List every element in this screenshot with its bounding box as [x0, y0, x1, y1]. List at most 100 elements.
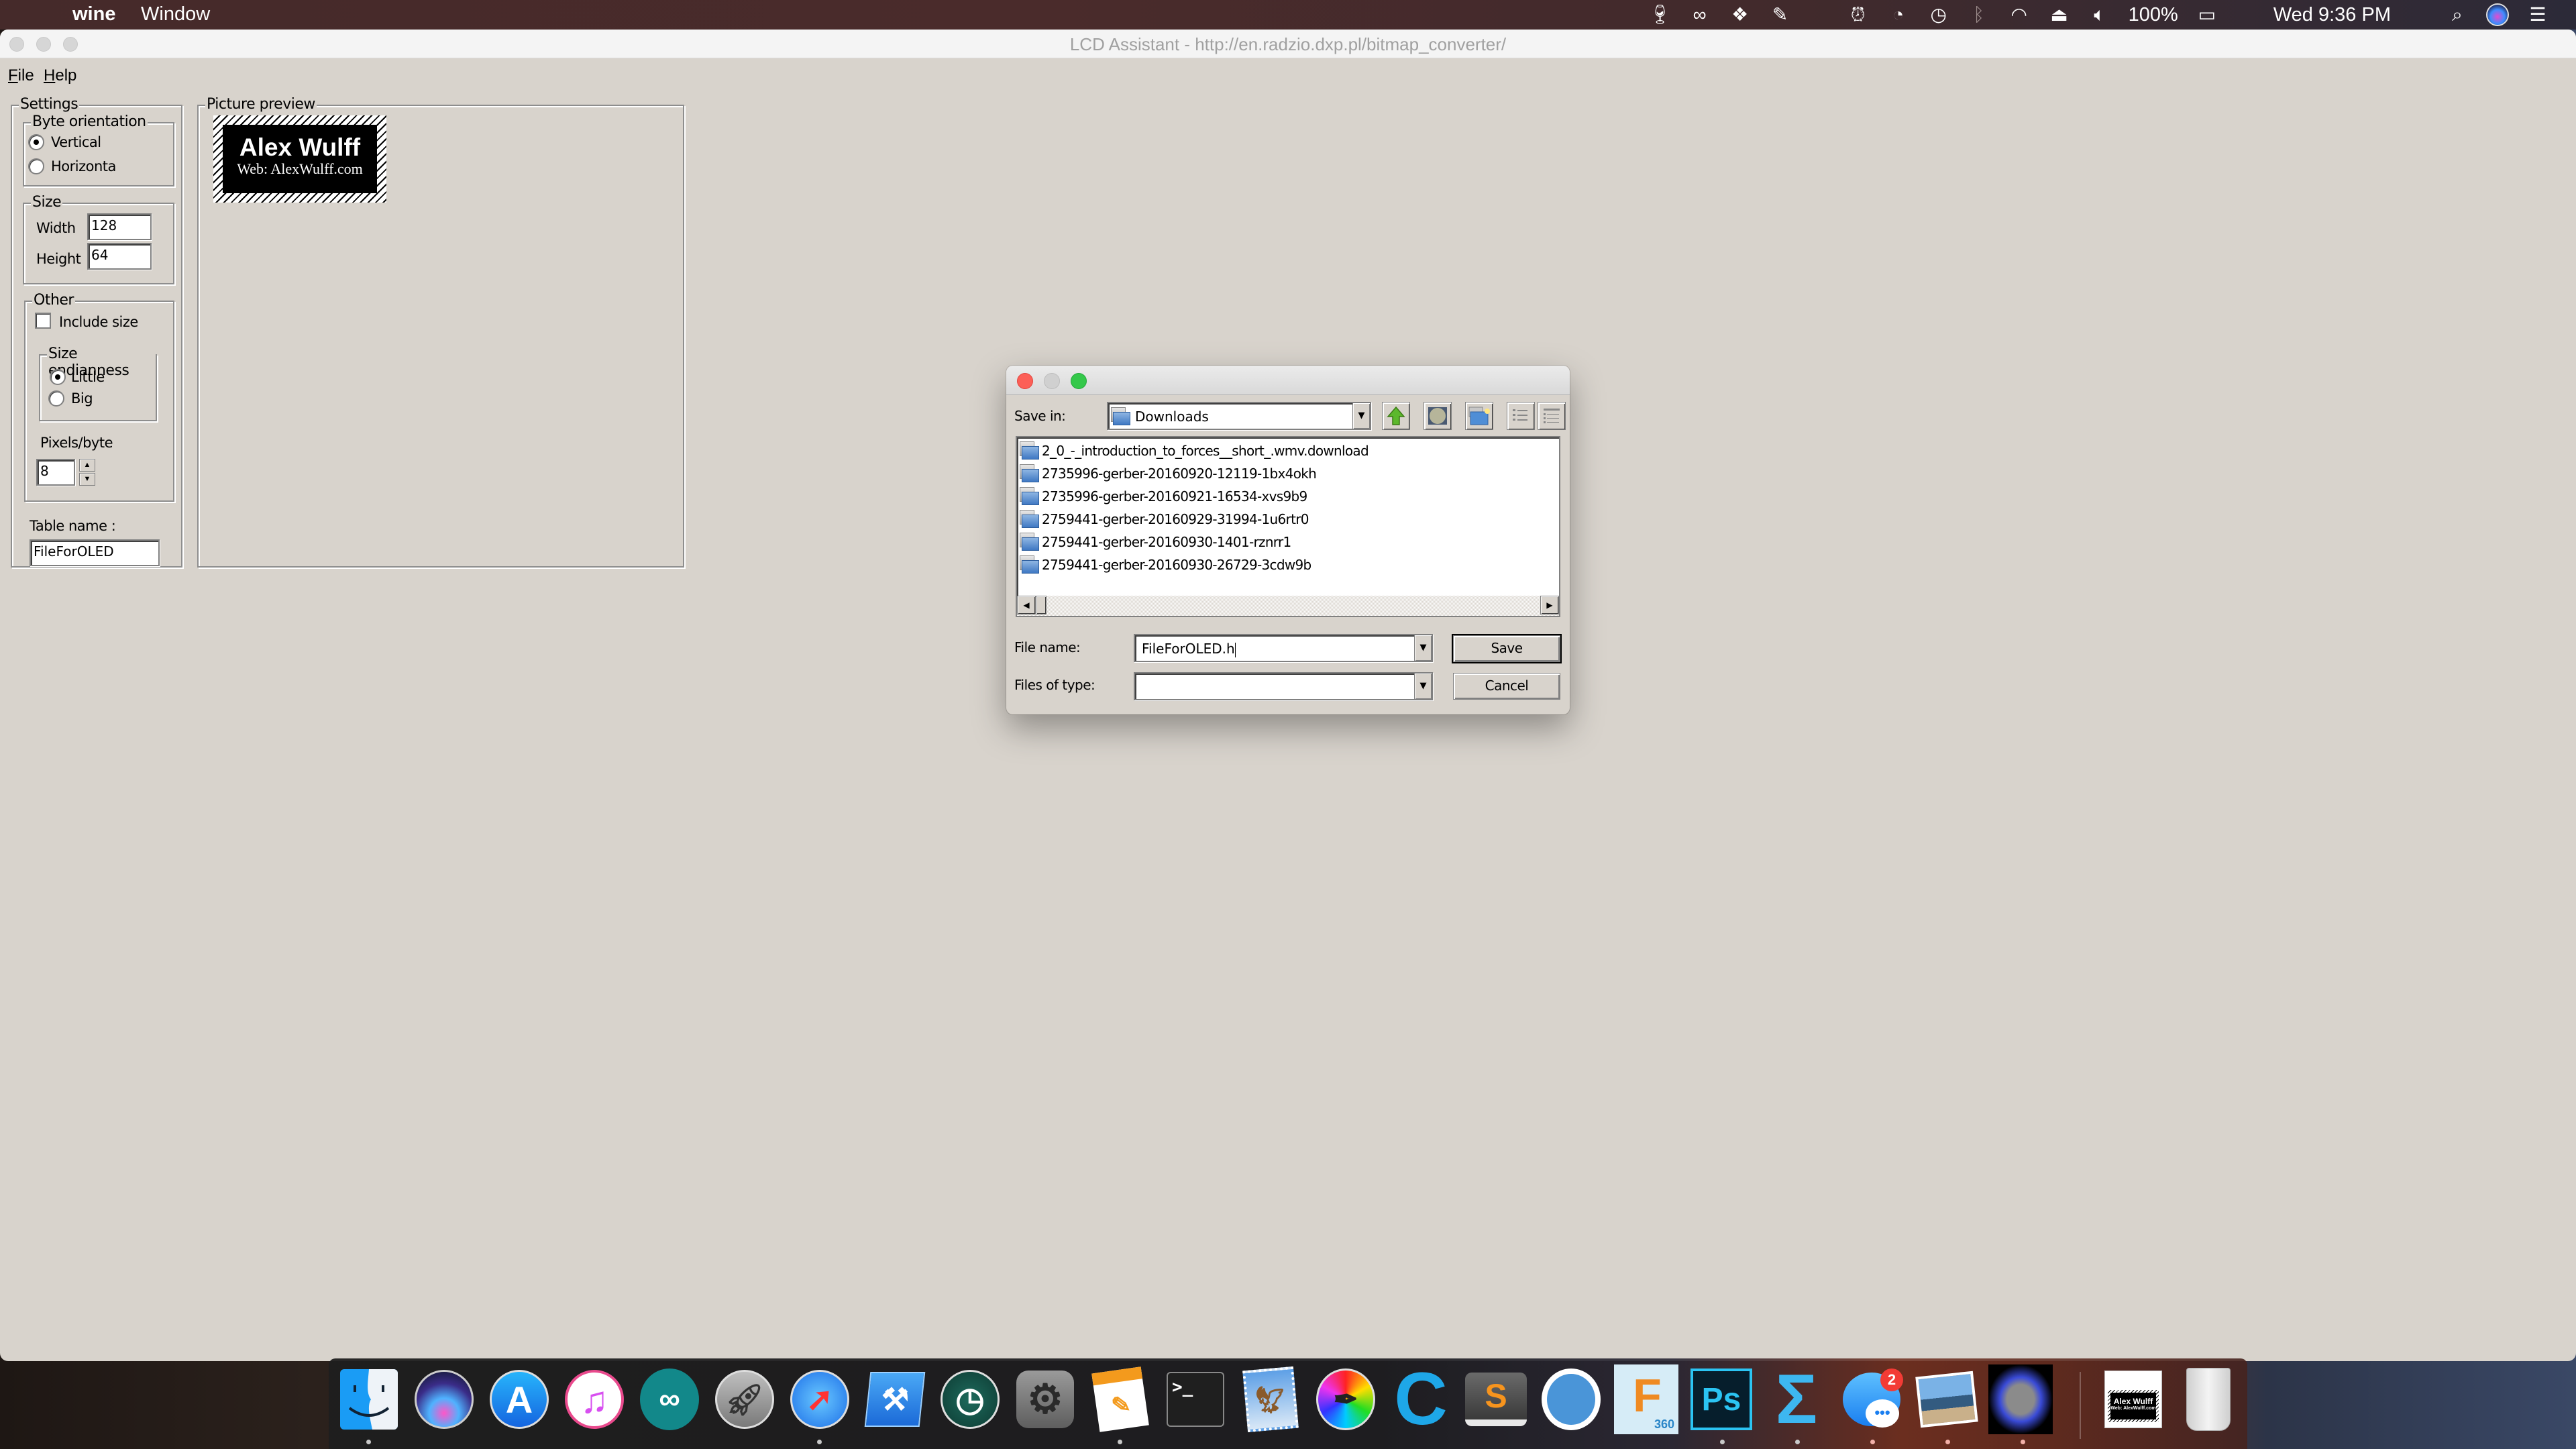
alarm-icon[interactable]: ⏰︎: [1847, 3, 1870, 26]
file-list-item[interactable]: 2759441-gerber-20160930-1401-rznrr1: [1020, 531, 1291, 553]
dock-sigma[interactable]: Σ: [1764, 1364, 1829, 1434]
radio-horizontal[interactable]: [28, 158, 44, 174]
volume-icon[interactable]: 🔈︎: [2088, 3, 2111, 26]
time-machine-icon: ◷: [941, 1370, 1000, 1429]
battery-icon[interactable]: ▭: [2196, 3, 2218, 26]
radio-big-label[interactable]: Big: [71, 390, 93, 407]
height-input[interactable]: 64: [87, 243, 152, 270]
dock-simplenote[interactable]: [1539, 1367, 1603, 1432]
files-of-type-dropdown-arrow[interactable]: ▼: [1414, 674, 1432, 699]
time-machine-icon[interactable]: ◷: [1927, 3, 1950, 26]
window-titlebar[interactable]: LCD Assistant - http://en.radzio.dxp.pl/…: [0, 30, 2576, 58]
dock-fusion360[interactable]: F 360: [1614, 1364, 1678, 1434]
save-button[interactable]: Save: [1452, 634, 1562, 663]
dock-xcode[interactable]: ⚒: [863, 1367, 927, 1432]
dock-messages[interactable]: ••• 2: [1839, 1367, 1904, 1432]
dock-mail[interactable]: 🦅︎: [1238, 1366, 1303, 1433]
dialog-zoom-button[interactable]: [1071, 373, 1087, 389]
sync-icon[interactable]: ◔: [1887, 3, 1910, 26]
wifi-icon[interactable]: ◠: [2008, 3, 2031, 26]
radio-vertical-label[interactable]: Vertical: [51, 134, 101, 150]
dock-arduino[interactable]: ∞: [637, 1367, 702, 1432]
radio-little-label[interactable]: Little: [71, 369, 105, 385]
byte-orientation-group: Byte orientation Vertical Horizonta: [23, 113, 174, 186]
size-group-label: Size: [31, 194, 63, 211]
dock-photoshop[interactable]: Ps: [1689, 1367, 1754, 1432]
dock-wine[interactable]: [1988, 1364, 2053, 1434]
up-folder-button[interactable]: [1382, 402, 1410, 430]
width-label: Width: [36, 220, 76, 236]
save-in-combo[interactable]: Downloads ▼: [1107, 402, 1371, 430]
cancel-button[interactable]: Cancel: [1453, 673, 1560, 700]
dock-cinema4d[interactable]: C: [1389, 1362, 1453, 1436]
file-list-item[interactable]: 2735996-gerber-20160920-12119-1bx4okh: [1020, 463, 1317, 484]
scroll-thumb[interactable]: [1036, 596, 1046, 614]
file-name-input[interactable]: FileForOLED.h ▼: [1134, 634, 1433, 662]
menu-file[interactable]: File: [8, 66, 34, 85]
dialog-minimize-button[interactable]: [1044, 373, 1060, 389]
file-list-item[interactable]: 2759441-gerber-20160930-26729-3cdw9b: [1020, 554, 1311, 576]
desktop-button[interactable]: [1424, 402, 1452, 430]
clock[interactable]: Wed 9:36 PM: [2273, 4, 2391, 26]
file-list-item[interactable]: 2759441-gerber-20160929-31994-1u6rtr0: [1020, 508, 1309, 530]
dock-document-bitmap[interactable]: Alex Wulff Web: AlexWulff.com: [2101, 1367, 2165, 1432]
dialog-titlebar[interactable]: [1006, 366, 1570, 395]
radio-big[interactable]: [48, 390, 64, 407]
include-size-checkbox[interactable]: [35, 313, 51, 329]
file-name-dropdown-arrow[interactable]: ▼: [1414, 635, 1432, 661]
pixels-per-byte-input[interactable]: 8: [36, 459, 75, 486]
creative-cloud-icon[interactable]: ∞: [1688, 3, 1711, 26]
file-list-item[interactable]: 2_0_-_introduction_to_forces__short_.wmv…: [1020, 440, 1369, 462]
dock-system-preferences[interactable]: ⚙: [1013, 1367, 1077, 1432]
dock-terminal[interactable]: >_: [1163, 1367, 1228, 1432]
dock-itunes[interactable]: ♫: [562, 1367, 627, 1432]
dock-preview[interactable]: [1915, 1367, 1979, 1432]
details-view-button[interactable]: [1538, 402, 1566, 430]
dock-time-machine[interactable]: ◷: [938, 1367, 1002, 1432]
dock-pages[interactable]: ✎: [1088, 1366, 1152, 1432]
dock-safari[interactable]: ➚: [788, 1367, 852, 1432]
dock-sublime-text[interactable]: S: [1464, 1367, 1528, 1432]
spotlight-icon[interactable]: ⌕: [2446, 3, 2469, 26]
radio-horizontal-label[interactable]: Horizonta: [51, 158, 116, 174]
spin-down-button[interactable]: ▼: [79, 473, 95, 486]
dock-finder[interactable]: [337, 1367, 401, 1432]
scroll-right-button[interactable]: ▶: [1540, 596, 1559, 614]
other-group: Other Include size Size endianness Littl…: [24, 292, 174, 502]
dock-color-picker[interactable]: ✒: [1313, 1367, 1378, 1432]
evernote-icon[interactable]: ✎: [1769, 3, 1792, 26]
notification-center-icon[interactable]: ☰: [2526, 3, 2549, 26]
files-of-type-select[interactable]: ▼: [1134, 672, 1433, 700]
bitmap-preview-content: Alex Wulff Web: AlexWulff.com: [223, 125, 377, 193]
width-input[interactable]: 128: [87, 213, 152, 240]
include-size-label[interactable]: Include size: [59, 314, 138, 330]
dialog-close-button[interactable]: [1017, 373, 1033, 389]
spin-up-button[interactable]: ▲: [79, 459, 95, 472]
scroll-left-button[interactable]: ◀: [1017, 596, 1036, 614]
pages-icon: ✎: [1091, 1366, 1149, 1432]
radio-vertical[interactable]: [28, 134, 44, 150]
dock-launchpad[interactable]: 🚀︎: [712, 1367, 777, 1432]
dropbox-icon[interactable]: ❖: [1729, 3, 1752, 26]
messages-bubble: •••: [1866, 1399, 1899, 1428]
wine-glass-icon[interactable]: 🍷︎: [1648, 3, 1672, 26]
file-list-item[interactable]: 2735996-gerber-20160921-16534-xvs9b9: [1020, 486, 1307, 507]
list-view-button[interactable]: [1507, 402, 1535, 430]
menu-app-name[interactable]: wine: [72, 3, 115, 25]
dock-app-store[interactable]: A: [487, 1367, 551, 1432]
save-in-dropdown-arrow[interactable]: ▼: [1352, 403, 1370, 429]
airplay-icon[interactable]: ⏏︎: [2048, 3, 2071, 26]
bitmap-document-icon: Alex Wulff Web: AlexWulff.com: [2104, 1371, 2162, 1428]
radio-little[interactable]: [50, 369, 66, 385]
horizontal-scrollbar[interactable]: ◀ ▶: [1017, 596, 1559, 616]
new-folder-button[interactable]: [1465, 402, 1493, 430]
menu-window[interactable]: Window: [141, 3, 210, 25]
dock-siri[interactable]: [412, 1367, 476, 1432]
table-name-input[interactable]: FileForOLED: [30, 539, 160, 566]
dock-trash[interactable]: [2176, 1367, 2241, 1432]
bluetooth-icon[interactable]: ᛒ: [1968, 3, 1990, 26]
siri-icon[interactable]: [2486, 3, 2509, 26]
file-list[interactable]: 2_0_-_introduction_to_forces__short_.wmv…: [1016, 436, 1560, 617]
messages-badge: 2: [1880, 1368, 1903, 1391]
menu-help[interactable]: Help: [44, 66, 76, 85]
